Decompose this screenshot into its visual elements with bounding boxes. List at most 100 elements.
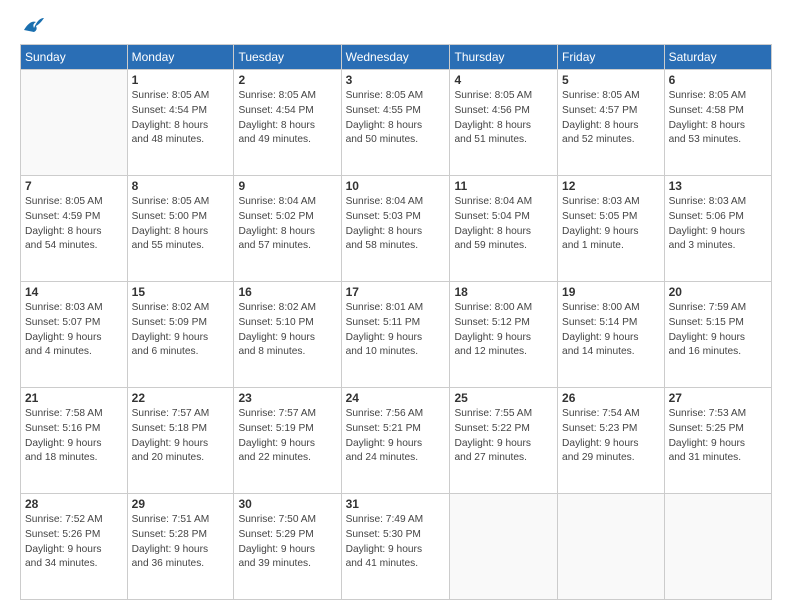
week-row-3: 14Sunrise: 8:03 AMSunset: 5:07 PMDayligh…	[21, 282, 772, 388]
calendar-cell	[664, 494, 771, 600]
calendar-cell: 3Sunrise: 8:05 AMSunset: 4:55 PMDaylight…	[341, 70, 450, 176]
day-info: Sunrise: 7:57 AMSunset: 5:19 PMDaylight:…	[238, 407, 336, 466]
day-number: 28	[25, 497, 123, 511]
calendar-cell: 9 Sunrise: 8:04 AMSunset: 5:02 PMDaylight…	[234, 176, 341, 282]
day-number: 12	[562, 179, 660, 193]
day-info: Sunrise: 7:53 AMSunset: 5:25 PMDaylight:…	[669, 407, 767, 466]
day-number: 22	[132, 391, 230, 405]
day-info: Sunrise: 8:04 AMSunset: 5:04 PMDaylight:…	[454, 195, 553, 254]
day-info: Sunrise: 7:59 AMSunset: 5:15 PMDaylight:…	[669, 301, 767, 360]
weekday-header-thursday: Thursday	[450, 45, 558, 70]
calendar-cell: 7 Sunrise: 8:05 AMSunset: 4:59 PMDaylight…	[21, 176, 128, 282]
day-info: Sunrise: 8:02 AMSunset: 5:10 PMDaylight:…	[238, 301, 336, 360]
weekday-header-friday: Friday	[558, 45, 665, 70]
weekday-header-wednesday: Wednesday	[341, 45, 450, 70]
day-info: Sunrise: 8:05 AMSunset: 4:59 PMDaylight:…	[25, 195, 123, 254]
day-info: Sunrise: 7:52 AMSunset: 5:26 PMDaylight:…	[25, 513, 123, 572]
day-number: 27	[669, 391, 767, 405]
weekday-header-sunday: Sunday	[21, 45, 128, 70]
weekday-header-saturday: Saturday	[664, 45, 771, 70]
day-info: Sunrise: 8:00 AMSunset: 5:14 PMDaylight:…	[562, 301, 660, 360]
day-info: Sunrise: 8:05 AMSunset: 5:00 PMDaylight:…	[132, 195, 230, 254]
calendar-cell: 26 Sunrise: 7:54 AMSunset: 5:23 PMDayligh…	[558, 388, 665, 494]
day-number: 14	[25, 285, 123, 299]
day-number: 18	[454, 285, 553, 299]
day-info: Sunrise: 7:49 AMSunset: 5:30 PMDaylight:…	[346, 513, 446, 572]
calendar-cell	[21, 70, 128, 176]
day-number: 26	[562, 391, 660, 405]
calendar-cell: 31 Sunrise: 7:49 AMSunset: 5:30 PMDayligh…	[341, 494, 450, 600]
day-info: Sunrise: 7:50 AMSunset: 5:29 PMDaylight:…	[238, 513, 336, 572]
weekday-header-monday: Monday	[127, 45, 234, 70]
day-info: Sunrise: 8:04 AMSunset: 5:03 PMDaylight:…	[346, 195, 446, 254]
calendar-cell: 19 Sunrise: 8:00 AMSunset: 5:14 PMDayligh…	[558, 282, 665, 388]
calendar-cell: 20 Sunrise: 7:59 AMSunset: 5:15 PMDayligh…	[664, 282, 771, 388]
calendar-cell: 14Sunrise: 8:03 AMSunset: 5:07 PMDayligh…	[21, 282, 128, 388]
day-info: Sunrise: 8:00 AMSunset: 5:12 PMDaylight:…	[454, 301, 553, 360]
day-number: 2	[238, 73, 336, 87]
day-info: Sunrise: 8:01 AMSunset: 5:11 PMDaylight:…	[346, 301, 446, 360]
calendar-cell: 2 Sunrise: 8:05 AMSunset: 4:54 PMDaylight…	[234, 70, 341, 176]
calendar-cell: 18 Sunrise: 8:00 AMSunset: 5:12 PMDayligh…	[450, 282, 558, 388]
day-number: 25	[454, 391, 553, 405]
calendar-cell: 23Sunrise: 7:57 AMSunset: 5:19 PMDayligh…	[234, 388, 341, 494]
day-number: 10	[346, 179, 446, 193]
day-number: 24	[346, 391, 446, 405]
day-number: 31	[346, 497, 446, 511]
calendar-table: SundayMondayTuesdayWednesdayThursdayFrid…	[20, 44, 772, 600]
day-number: 3	[346, 73, 446, 87]
calendar-cell: 8 Sunrise: 8:05 AMSunset: 5:00 PMDaylight…	[127, 176, 234, 282]
day-number: 17	[346, 285, 446, 299]
day-number: 13	[669, 179, 767, 193]
logo-bird-icon	[22, 16, 44, 34]
day-info: Sunrise: 7:51 AMSunset: 5:28 PMDaylight:…	[132, 513, 230, 572]
day-info: Sunrise: 8:05 AMSunset: 4:57 PMDaylight:…	[562, 89, 660, 148]
day-info: Sunrise: 7:57 AMSunset: 5:18 PMDaylight:…	[132, 407, 230, 466]
day-number: 29	[132, 497, 230, 511]
calendar-cell: 6 Sunrise: 8:05 AMSunset: 4:58 PMDaylight…	[664, 70, 771, 176]
day-info: Sunrise: 8:05 AMSunset: 4:54 PMDaylight:…	[132, 89, 230, 148]
calendar-cell: 5 Sunrise: 8:05 AMSunset: 4:57 PMDaylight…	[558, 70, 665, 176]
week-row-4: 21 Sunrise: 7:58 AMSunset: 5:16 PMDayligh…	[21, 388, 772, 494]
day-number: 30	[238, 497, 336, 511]
calendar-cell: 25Sunrise: 7:55 AMSunset: 5:22 PMDayligh…	[450, 388, 558, 494]
header	[20, 16, 772, 34]
day-number: 20	[669, 285, 767, 299]
calendar-cell: 28 Sunrise: 7:52 AMSunset: 5:26 PMDayligh…	[21, 494, 128, 600]
calendar-cell: 12 Sunrise: 8:03 AMSunset: 5:05 PMDayligh…	[558, 176, 665, 282]
week-row-2: 7 Sunrise: 8:05 AMSunset: 4:59 PMDaylight…	[21, 176, 772, 282]
day-info: Sunrise: 8:03 AMSunset: 5:05 PMDaylight:…	[562, 195, 660, 254]
weekday-header-row: SundayMondayTuesdayWednesdayThursdayFrid…	[21, 45, 772, 70]
calendar-cell: 1 Sunrise: 8:05 AMSunset: 4:54 PMDaylight…	[127, 70, 234, 176]
day-number: 9	[238, 179, 336, 193]
day-info: Sunrise: 7:58 AMSunset: 5:16 PMDaylight:…	[25, 407, 123, 466]
calendar-cell: 4Sunrise: 8:05 AMSunset: 4:56 PMDaylight…	[450, 70, 558, 176]
day-number: 7	[25, 179, 123, 193]
calendar-cell: 30 Sunrise: 7:50 AMSunset: 5:29 PMDayligh…	[234, 494, 341, 600]
weekday-header-tuesday: Tuesday	[234, 45, 341, 70]
calendar-cell: 15Sunrise: 8:02 AMSunset: 5:09 PMDayligh…	[127, 282, 234, 388]
day-number: 1	[132, 73, 230, 87]
day-number: 8	[132, 179, 230, 193]
day-number: 15	[132, 285, 230, 299]
calendar-cell: 22 Sunrise: 7:57 AMSunset: 5:18 PMDayligh…	[127, 388, 234, 494]
calendar-cell: 10 Sunrise: 8:04 AMSunset: 5:03 PMDayligh…	[341, 176, 450, 282]
day-number: 21	[25, 391, 123, 405]
day-number: 5	[562, 73, 660, 87]
calendar-cell: 27 Sunrise: 7:53 AMSunset: 5:25 PMDayligh…	[664, 388, 771, 494]
day-number: 6	[669, 73, 767, 87]
day-info: Sunrise: 7:56 AMSunset: 5:21 PMDaylight:…	[346, 407, 446, 466]
day-info: Sunrise: 8:05 AMSunset: 4:58 PMDaylight:…	[669, 89, 767, 148]
calendar-cell: 17 Sunrise: 8:01 AMSunset: 5:11 PMDayligh…	[341, 282, 450, 388]
calendar-cell: 21 Sunrise: 7:58 AMSunset: 5:16 PMDayligh…	[21, 388, 128, 494]
day-info: Sunrise: 8:04 AMSunset: 5:02 PMDaylight:…	[238, 195, 336, 254]
day-info: Sunrise: 8:05 AMSunset: 4:54 PMDaylight:…	[238, 89, 336, 148]
calendar-cell	[558, 494, 665, 600]
calendar-cell	[450, 494, 558, 600]
day-info: Sunrise: 7:54 AMSunset: 5:23 PMDaylight:…	[562, 407, 660, 466]
day-number: 19	[562, 285, 660, 299]
day-number: 11	[454, 179, 553, 193]
calendar-cell: 16Sunrise: 8:02 AMSunset: 5:10 PMDayligh…	[234, 282, 341, 388]
logo	[20, 16, 44, 34]
calendar-cell: 13Sunrise: 8:03 AMSunset: 5:06 PMDayligh…	[664, 176, 771, 282]
